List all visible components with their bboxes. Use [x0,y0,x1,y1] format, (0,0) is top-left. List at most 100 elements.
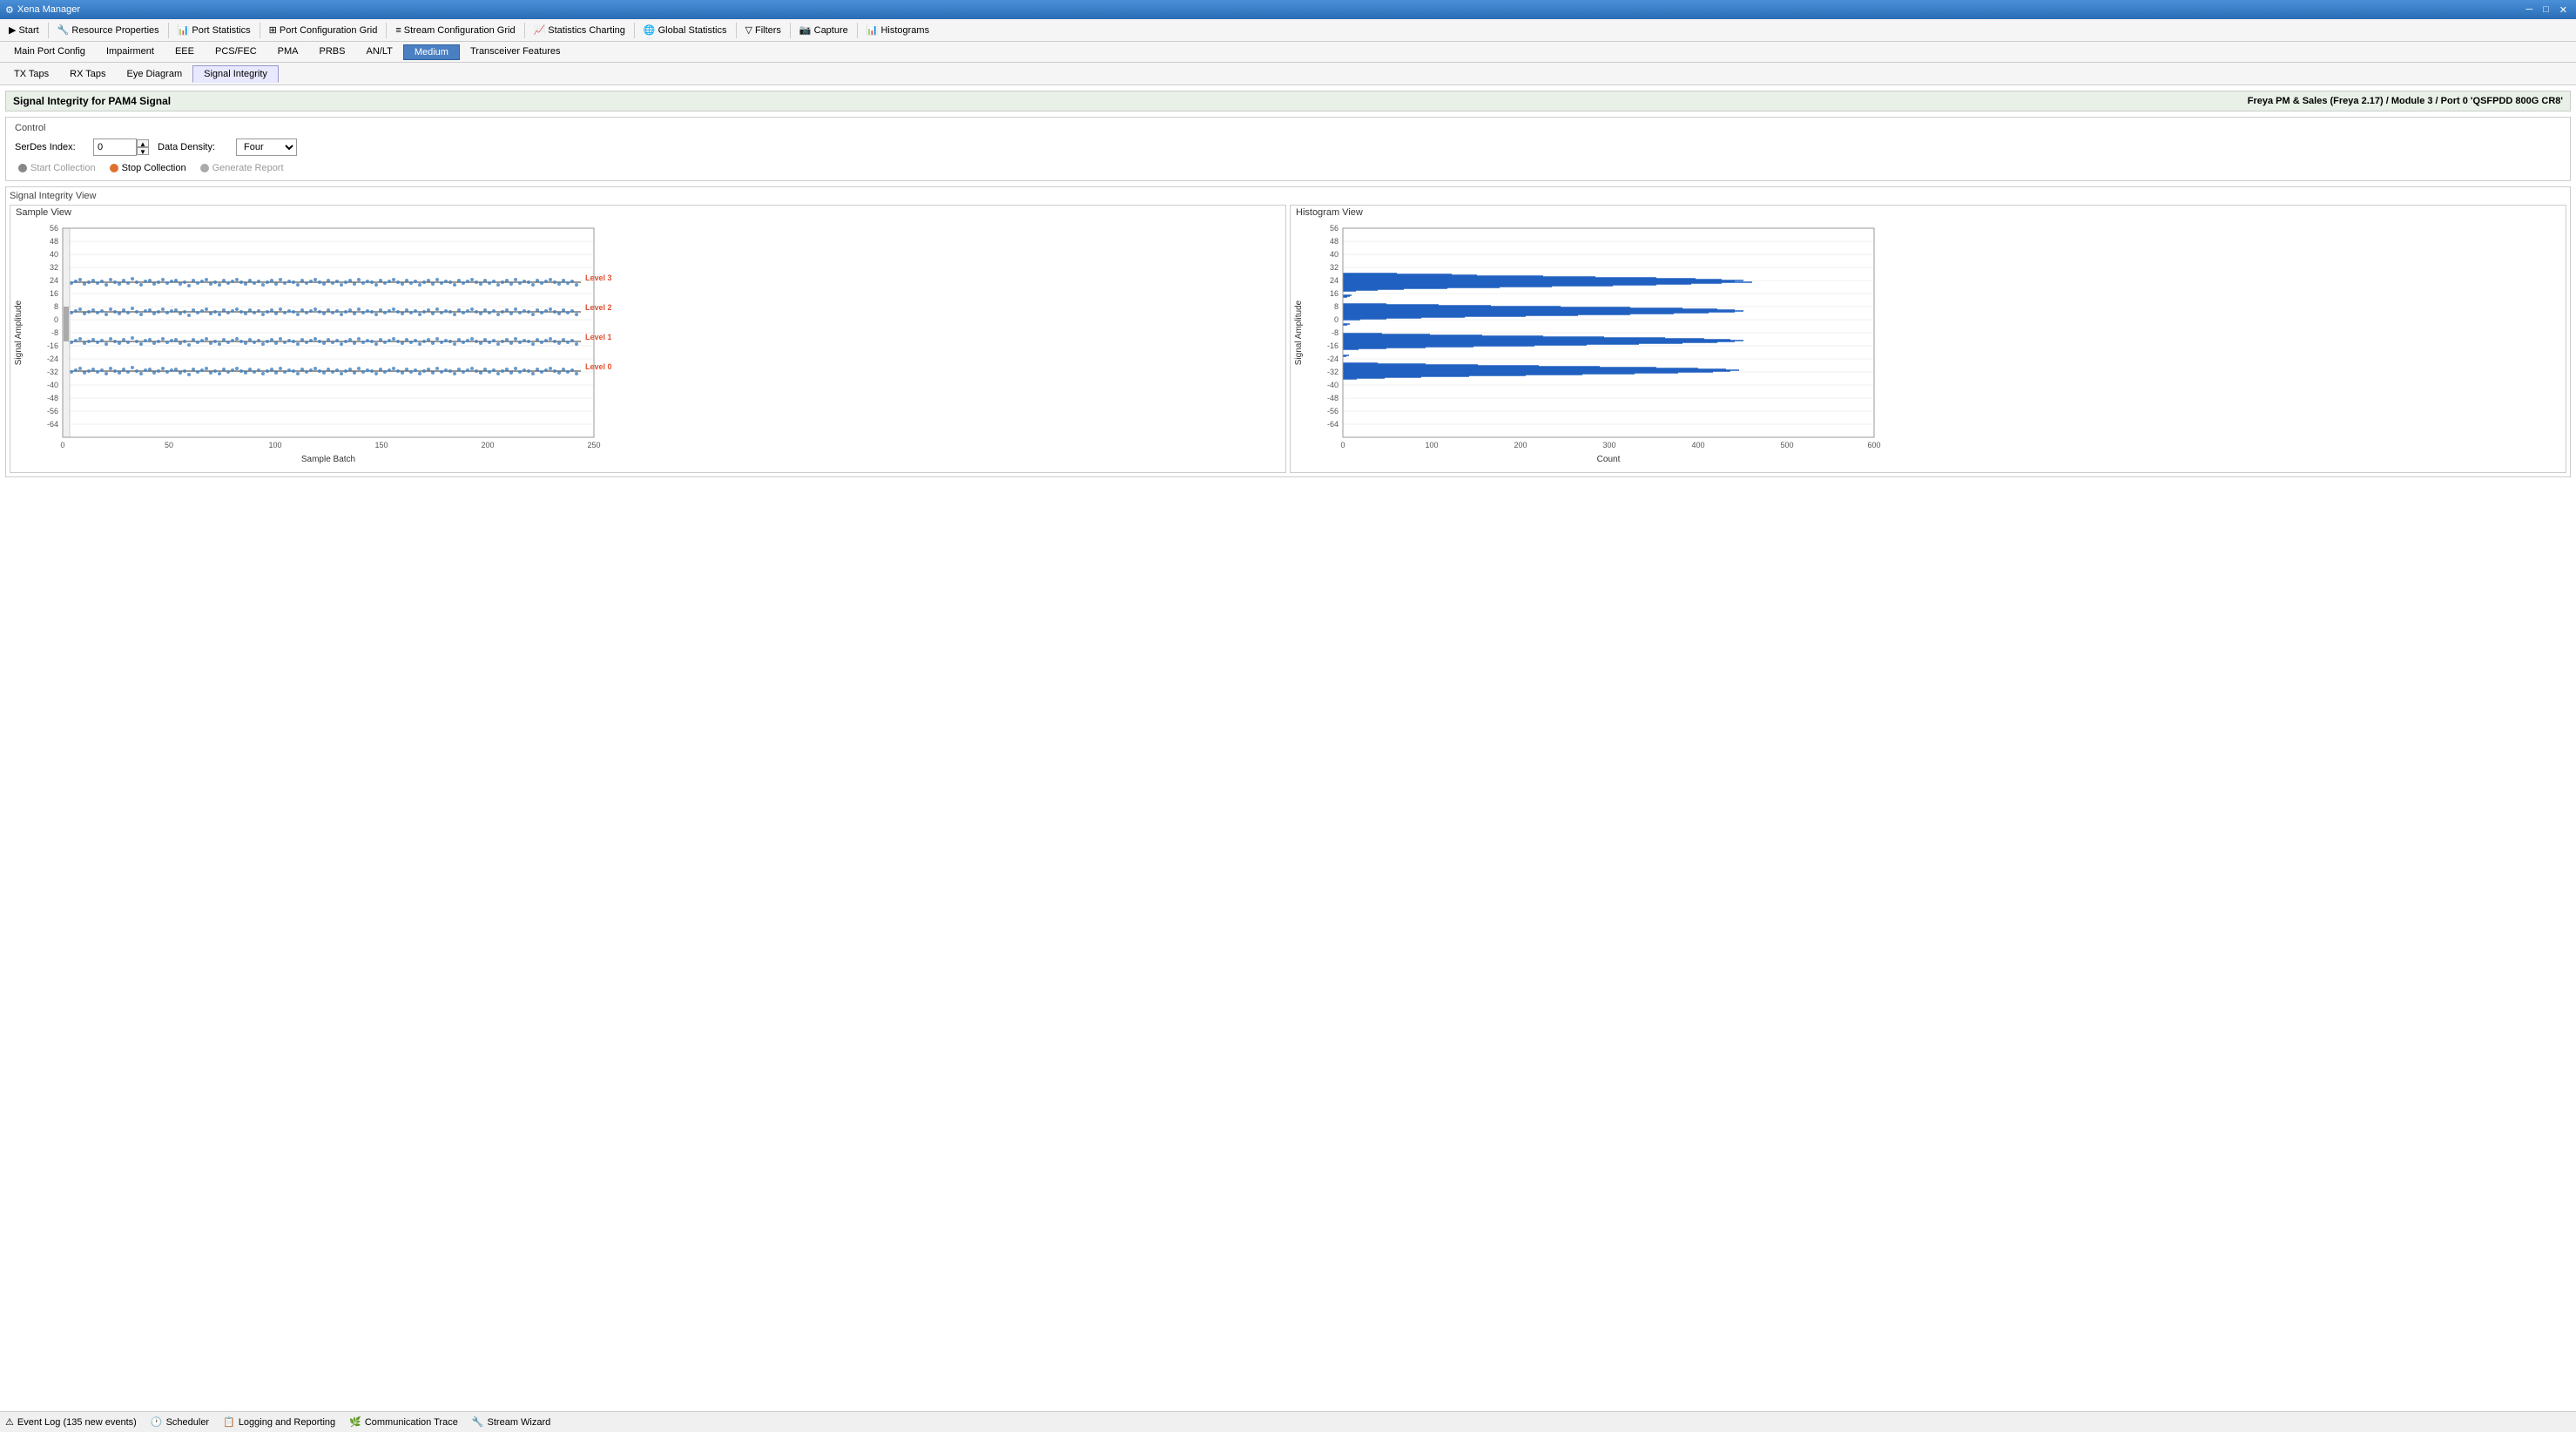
generate-report-label: Generate Report [212,163,284,173]
port-stats-label: Port Statistics [192,25,250,36]
tab-row-1: Main Port Config Impairment EEE PCS/FEC … [0,42,2576,63]
logging-icon: 📋 [223,1416,235,1428]
histogram-view-title: Histogram View [1291,206,2566,220]
svg-text:Signal Amplitude: Signal Amplitude [1294,300,1304,365]
svg-text:Level 1: -9: Level 1: -9 [585,333,611,341]
svg-text:-64: -64 [1327,420,1339,429]
svg-text:250: 250 [587,441,600,449]
separator-1 [48,23,49,38]
start-collection-button[interactable]: Start Collection [15,161,99,175]
port-statistics-button[interactable]: 📊 Port Statistics [172,23,256,37]
title-bar-controls[interactable]: ─ □ ✕ [2522,4,2571,16]
global-stats-label: Global Statistics [658,25,727,36]
svg-text:-24: -24 [1327,355,1339,363]
svg-text:24: 24 [1330,276,1339,285]
main-toolbar: ▶ Start 🔧 Resource Properties 📊 Port Sta… [0,19,2576,42]
resource-properties-button[interactable]: 🔧 Resource Properties [52,23,165,37]
comm-trace-label: Communication Trace [365,1417,458,1428]
control-group: Control SerDes Index: ▲ ▼ Data Density: … [5,117,2571,181]
port-config-grid-button[interactable]: ⊞ Port Configuration Grid [264,23,383,37]
separator-2 [168,23,169,38]
tab-pma[interactable]: PMA [267,44,309,60]
histograms-label: Histograms [880,25,929,36]
tab-rx-taps[interactable]: RX Taps [59,66,116,82]
tab-transceiver-features[interactable]: Transceiver Features [460,44,571,60]
sample-view-chart: 56 48 40 32 24 16 8 0 -8 -16 -24 -32 -40… [10,220,1285,472]
stream-config-grid-button[interactable]: ≡ Stream Configuration Grid [390,24,520,37]
svg-text:56: 56 [50,224,58,233]
serdes-label: SerDes Index: [15,142,84,152]
svg-text:-56: -56 [1327,407,1339,415]
global-stats-icon: 🌐 [644,24,656,36]
svg-text:200: 200 [1514,441,1527,449]
stop-collection-icon [110,164,118,172]
maximize-button[interactable]: □ [2539,4,2552,16]
separator-6 [634,23,635,38]
charts-row: Sample View [10,205,2566,473]
svg-text:-32: -32 [1327,368,1339,376]
svg-text:-8: -8 [1332,328,1339,337]
title-bar: ⚙ Xena Manager ─ □ ✕ [0,0,2576,19]
svg-text:-16: -16 [1327,341,1339,350]
global-statistics-button[interactable]: 🌐 Global Statistics [638,23,732,37]
tab-prbs[interactable]: PRBS [309,44,356,60]
close-button[interactable]: ✕ [2556,4,2571,16]
tab-eye-diagram[interactable]: Eye Diagram [117,66,193,82]
tab-row-2: TX Taps RX Taps Eye Diagram Signal Integ… [0,63,2576,85]
serdes-index-input[interactable] [93,138,137,156]
logging-reporting-label: Logging and Reporting [239,1417,335,1428]
start-label: Start [18,25,38,36]
svg-text:48: 48 [50,237,58,246]
svg-text:300: 300 [1602,441,1615,449]
scheduler-item[interactable]: 🕐 Scheduler [151,1416,209,1428]
generate-report-button[interactable]: Generate Report [197,161,287,175]
histogram-view-container: Histogram View [1290,205,2566,473]
svg-text:600: 600 [1867,441,1880,449]
tab-eee[interactable]: EEE [165,44,205,60]
svg-text:-40: -40 [1327,381,1339,389]
svg-text:Sample Batch: Sample Batch [301,455,355,464]
serdes-down-button[interactable]: ▼ [137,147,149,155]
app-icon: ⚙ [5,4,14,16]
data-density-select[interactable]: Four One Two Eight [236,138,297,156]
comm-trace-item[interactable]: 🌿 Communication Trace [349,1416,458,1428]
tab-pcs-fec[interactable]: PCS/FEC [205,44,267,60]
tab-tx-taps[interactable]: TX Taps [3,66,59,82]
minimize-button[interactable]: ─ [2522,4,2536,16]
svg-text:0: 0 [60,441,64,449]
title-bar-left: ⚙ Xena Manager [5,4,80,16]
serdes-input-group: ▲ ▼ [93,138,149,156]
tab-signal-integrity[interactable]: Signal Integrity [192,65,279,83]
histograms-icon: 📊 [867,24,879,36]
sample-view-svg: 56 48 40 32 24 16 8 0 -8 -16 -24 -32 -40… [10,220,611,472]
scheduler-label: Scheduler [166,1417,210,1428]
stream-wizard-item[interactable]: 🔧 Stream Wizard [472,1416,550,1428]
event-log-item[interactable]: ⚠ Event Log (135 new events) [5,1416,137,1428]
start-button[interactable]: ▶ Start [3,23,44,37]
svg-text:100: 100 [268,441,281,449]
stream-config-label: Stream Configuration Grid [404,25,516,36]
logging-reporting-item[interactable]: 📋 Logging and Reporting [223,1416,335,1428]
tab-impairment[interactable]: Impairment [96,44,165,60]
capture-label: Capture [814,25,848,36]
stop-collection-button[interactable]: Stop Collection [106,161,190,175]
status-bar: ⚠ Event Log (135 new events) 🕐 Scheduler… [0,1411,2576,1432]
tab-medium[interactable]: Medium [403,44,460,60]
serdes-spinner: ▲ ▼ [137,139,149,155]
page-title: Signal Integrity for PAM4 Signal [13,95,171,107]
main-content: Signal Integrity for PAM4 Signal Freya P… [0,85,2576,1411]
histograms-button[interactable]: 📊 Histograms [861,23,934,37]
serdes-up-button[interactable]: ▲ [137,139,149,147]
stats-chart-icon: 📈 [534,24,546,36]
statistics-charting-button[interactable]: 📈 Statistics Charting [529,23,631,37]
tab-an-lt[interactable]: AN/LT [355,44,402,60]
device-info: Freya PM & Sales (Freya 2.17) / Module 3… [2248,96,2563,106]
tab-main-port-config[interactable]: Main Port Config [3,44,96,60]
svg-text:400: 400 [1691,441,1704,449]
svg-text:Level 2: 8: Level 2: 8 [585,303,611,312]
filters-button[interactable]: ▽ Filters [740,23,786,37]
svg-text:Count: Count [1597,455,1621,464]
svg-text:32: 32 [1330,263,1339,272]
app-title: Xena Manager [17,4,80,15]
capture-button[interactable]: 📷 Capture [794,23,853,37]
